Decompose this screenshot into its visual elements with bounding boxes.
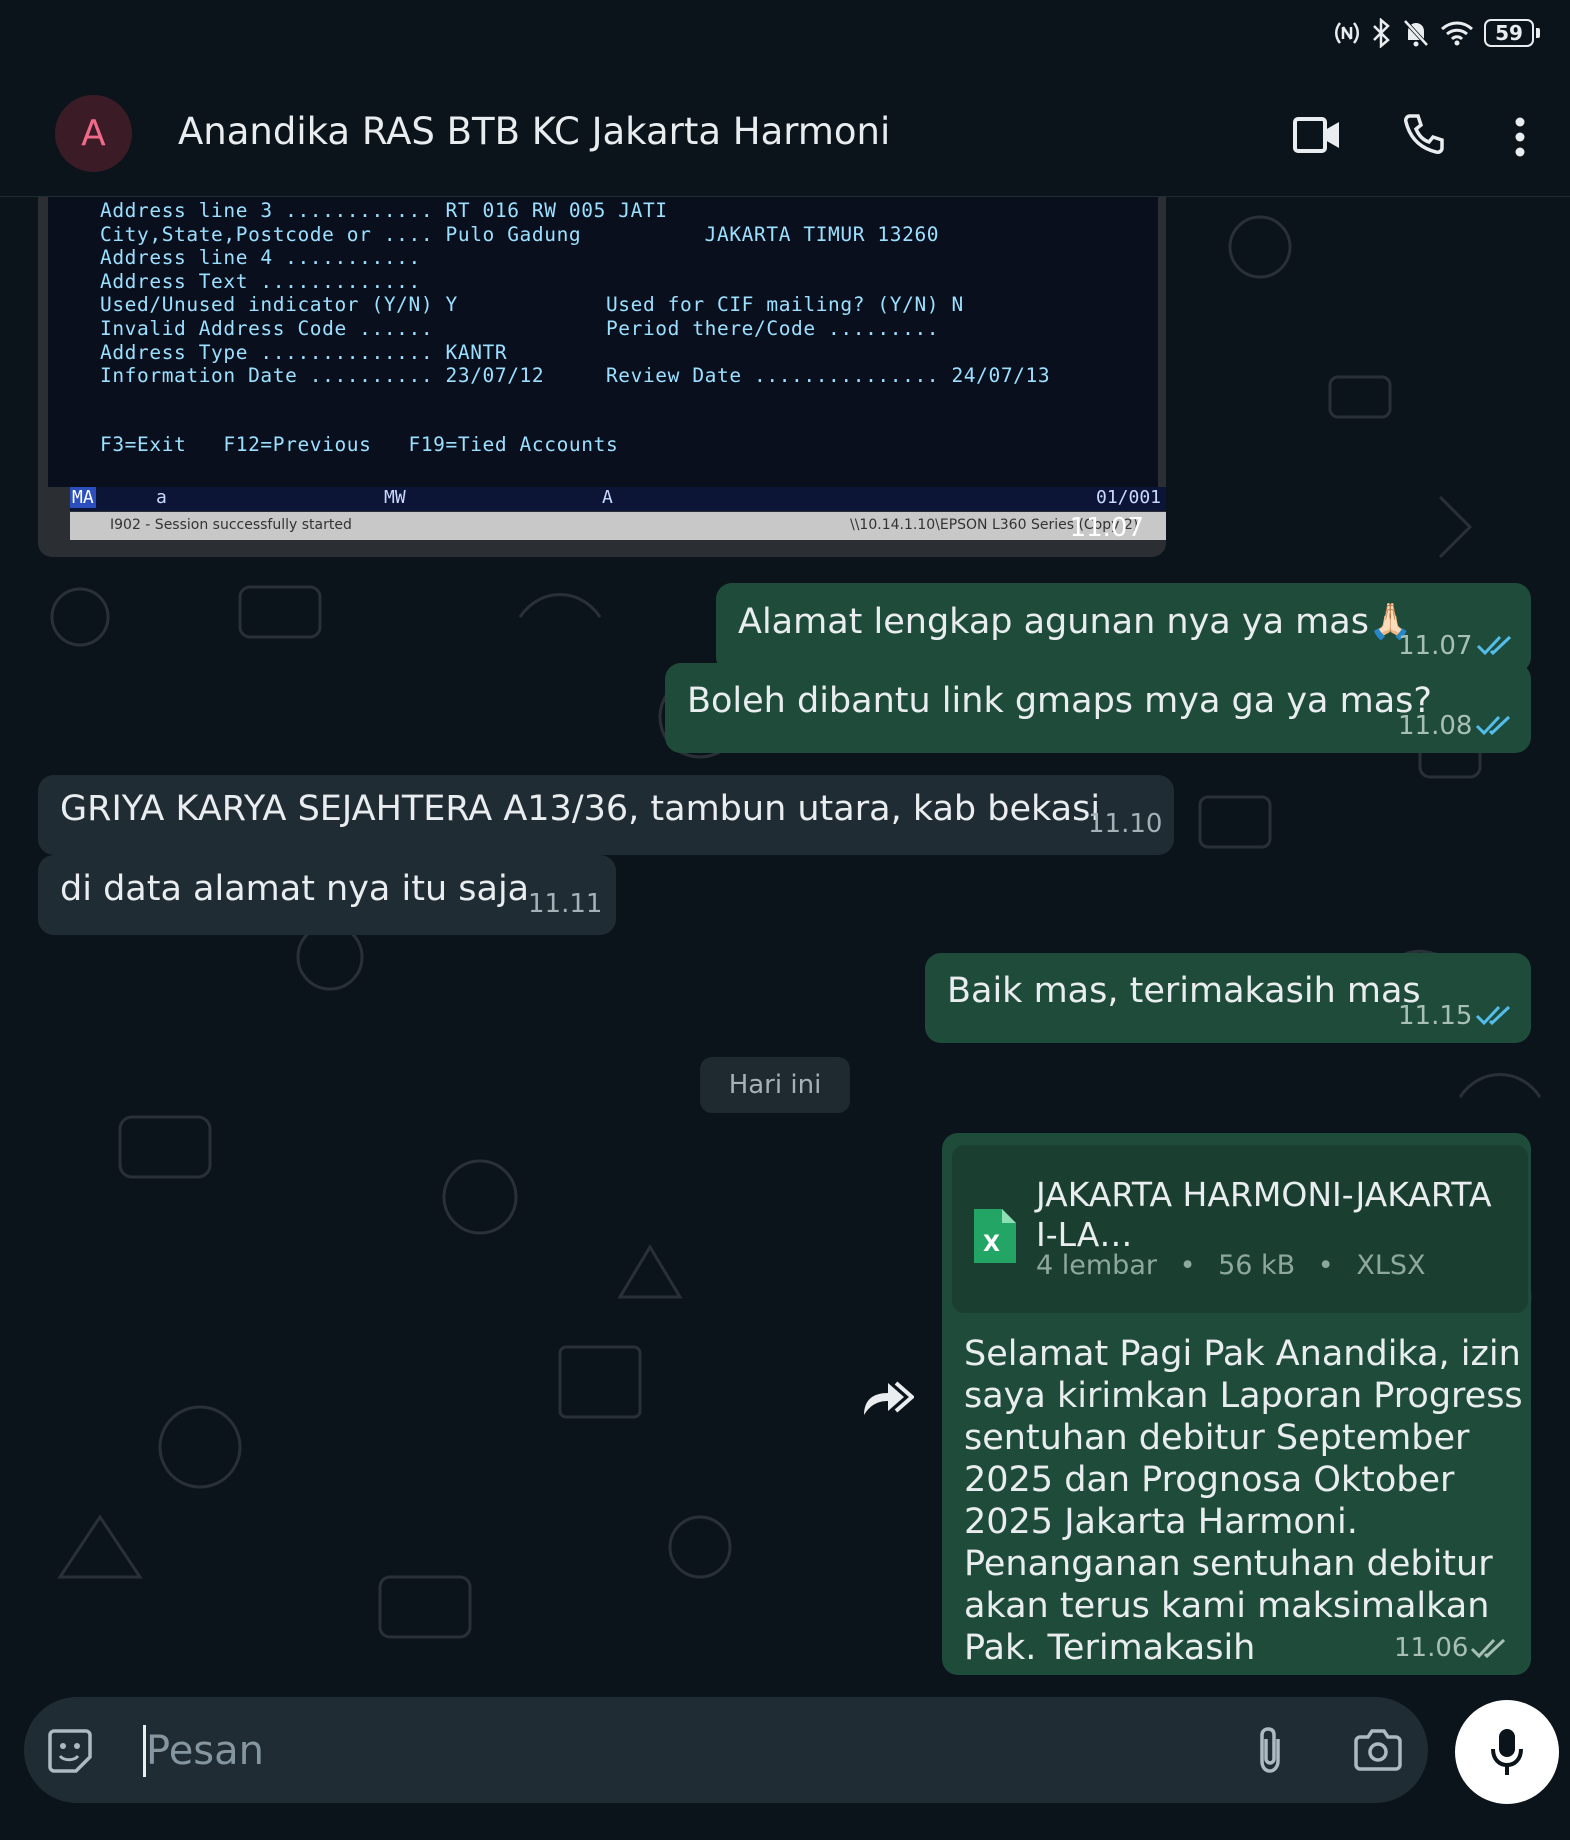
message-composer bbox=[24, 1697, 1428, 1803]
status-a: a bbox=[156, 487, 167, 508]
message-text: Baik mas, terimakasih mas bbox=[947, 971, 1421, 1011]
date-divider: Hari ini bbox=[700, 1057, 850, 1113]
terminal-line: Address line 3 ............ RT 016 RW 00… bbox=[100, 199, 668, 222]
document-name: JAKARTA HARMONI-JAKARTA I-LA… bbox=[1036, 1175, 1492, 1254]
terminal-function-keys: F3=Exit F12=Previous F19=Tied Accounts bbox=[100, 433, 619, 456]
incoming-message[interactable]: GRIYA KARYA SEJAHTERA A13/36, tambun uta… bbox=[38, 775, 1174, 855]
terminal-status-line: MA a MW A 01/001 bbox=[70, 487, 1166, 511]
emulator-status-bar: I902 - Session successfully started \\10… bbox=[70, 512, 1166, 540]
terminal-screen: Address line 3 ............ RT 016 RW 00… bbox=[48, 197, 1158, 487]
status-mw: MW bbox=[384, 487, 406, 508]
message-text: Boleh dibantu link gmaps mya ga ya mas? bbox=[687, 681, 1432, 721]
message-time: 11.15 bbox=[1398, 1001, 1473, 1031]
outgoing-message[interactable]: Baik mas, terimakasih mas 11.15 bbox=[925, 953, 1531, 1043]
message-time: 11.08 bbox=[1398, 711, 1473, 741]
outgoing-message[interactable]: Alamat lengkap agunan nya ya mas🙏🏻 11.07 bbox=[716, 583, 1531, 673]
message-input[interactable] bbox=[144, 1723, 1148, 1779]
message-time: 11.11 bbox=[528, 889, 603, 919]
incoming-message[interactable]: di data alamat nya itu saja 11.11 bbox=[38, 855, 616, 935]
paperclip-icon[interactable] bbox=[1256, 1725, 1286, 1775]
chat-area[interactable]: Address line 3 ............ RT 016 RW 00… bbox=[0, 197, 1570, 1697]
outgoing-message[interactable]: Boleh dibantu link gmaps mya ga ya mas? … bbox=[665, 663, 1531, 753]
message-text: Alamat lengkap agunan nya ya mas🙏🏻 bbox=[738, 602, 1413, 642]
excel-file-icon: X bbox=[974, 1209, 1016, 1263]
forward-icon[interactable] bbox=[860, 1375, 914, 1419]
camera-icon[interactable] bbox=[1354, 1727, 1402, 1771]
document-caption: Selamat Pagi Pak Anandika, izin saya kir… bbox=[964, 1334, 1523, 1668]
avatar-letter: A bbox=[81, 113, 106, 154]
nfc-icon bbox=[1335, 22, 1359, 44]
message-text: di data alamat nya itu saja bbox=[60, 869, 530, 909]
chat-header: A Anandika RAS BTB KC Jakarta Harmoni bbox=[0, 80, 1570, 197]
image-message[interactable]: Address line 3 ............ RT 016 RW 00… bbox=[38, 197, 1166, 557]
battery-level: 59 bbox=[1495, 21, 1523, 45]
terminal-line: Used/Unused indicator (Y/N) Y Used for C… bbox=[100, 293, 964, 317]
document-meta: 4 lembar • 56 kB • XLSX bbox=[1036, 1250, 1426, 1281]
double-check-icon bbox=[1475, 715, 1511, 736]
chat-title[interactable]: Anandika RAS BTB KC Jakarta Harmoni bbox=[178, 110, 890, 153]
terminal-line: Invalid Address Code ...... Period there… bbox=[100, 316, 940, 340]
terminal-text: Address line 3 ............ RT 016 RW 00… bbox=[100, 199, 1050, 388]
status-a2: A bbox=[602, 487, 613, 508]
message-text: GRIYA KARYA SEJAHTERA A13/36, tambun uta… bbox=[60, 789, 1101, 829]
status-ma: MA bbox=[70, 487, 96, 508]
more-vert-icon[interactable] bbox=[1510, 116, 1530, 158]
terminal-line: Address Text ............. bbox=[100, 269, 421, 293]
battery-tip bbox=[1536, 28, 1540, 38]
status-icons: 59 bbox=[1334, 18, 1540, 48]
mute-bell-icon bbox=[1403, 19, 1429, 47]
terminal-line: City,State,Postcode or .... Pulo Gadung … bbox=[100, 222, 940, 246]
bluetooth-icon bbox=[1373, 18, 1390, 48]
double-check-icon bbox=[1475, 1005, 1511, 1026]
video-call-icon[interactable] bbox=[1292, 114, 1342, 156]
terminal-line: Address line 4 ........... bbox=[100, 246, 421, 270]
avatar[interactable]: A bbox=[55, 95, 132, 172]
svg-text:X: X bbox=[983, 1232, 1000, 1257]
phone-icon[interactable] bbox=[1402, 112, 1446, 156]
terminal-line: Information Date .......... 23/07/12 Rev… bbox=[100, 364, 1051, 388]
battery-icon: 59 bbox=[1484, 19, 1534, 47]
document-message[interactable]: X JAKARTA HARMONI-JAKARTA I-LA… 4 lembar… bbox=[942, 1133, 1531, 1675]
meta-separator: • bbox=[1317, 1250, 1334, 1281]
double-check-icon bbox=[1470, 1638, 1506, 1659]
document-pages: 4 lembar bbox=[1036, 1250, 1157, 1281]
message-time: 11.07 bbox=[1398, 631, 1473, 661]
wifi-icon bbox=[1441, 21, 1473, 46]
meta-separator: • bbox=[1179, 1250, 1196, 1281]
terminal-line: Address Type .............. KANTR bbox=[100, 340, 508, 364]
message-time: 11.06 bbox=[1394, 1633, 1469, 1663]
message-time: 11.10 bbox=[1088, 809, 1163, 839]
message-time: 11.07 bbox=[1069, 513, 1144, 543]
double-check-icon bbox=[1476, 635, 1512, 656]
document-size: 56 kB bbox=[1218, 1250, 1296, 1281]
status-bar: 59 bbox=[0, 0, 1570, 80]
mic-icon bbox=[1491, 1729, 1523, 1775]
sticker-icon[interactable] bbox=[46, 1727, 94, 1775]
document-card[interactable]: X JAKARTA HARMONI-JAKARTA I-LA… 4 lembar… bbox=[952, 1145, 1528, 1313]
mic-button[interactable] bbox=[1455, 1700, 1559, 1804]
status-page: 01/001 bbox=[1096, 487, 1162, 508]
document-type: XLSX bbox=[1356, 1250, 1426, 1281]
session-text: I902 - Session successfully started bbox=[110, 517, 352, 533]
